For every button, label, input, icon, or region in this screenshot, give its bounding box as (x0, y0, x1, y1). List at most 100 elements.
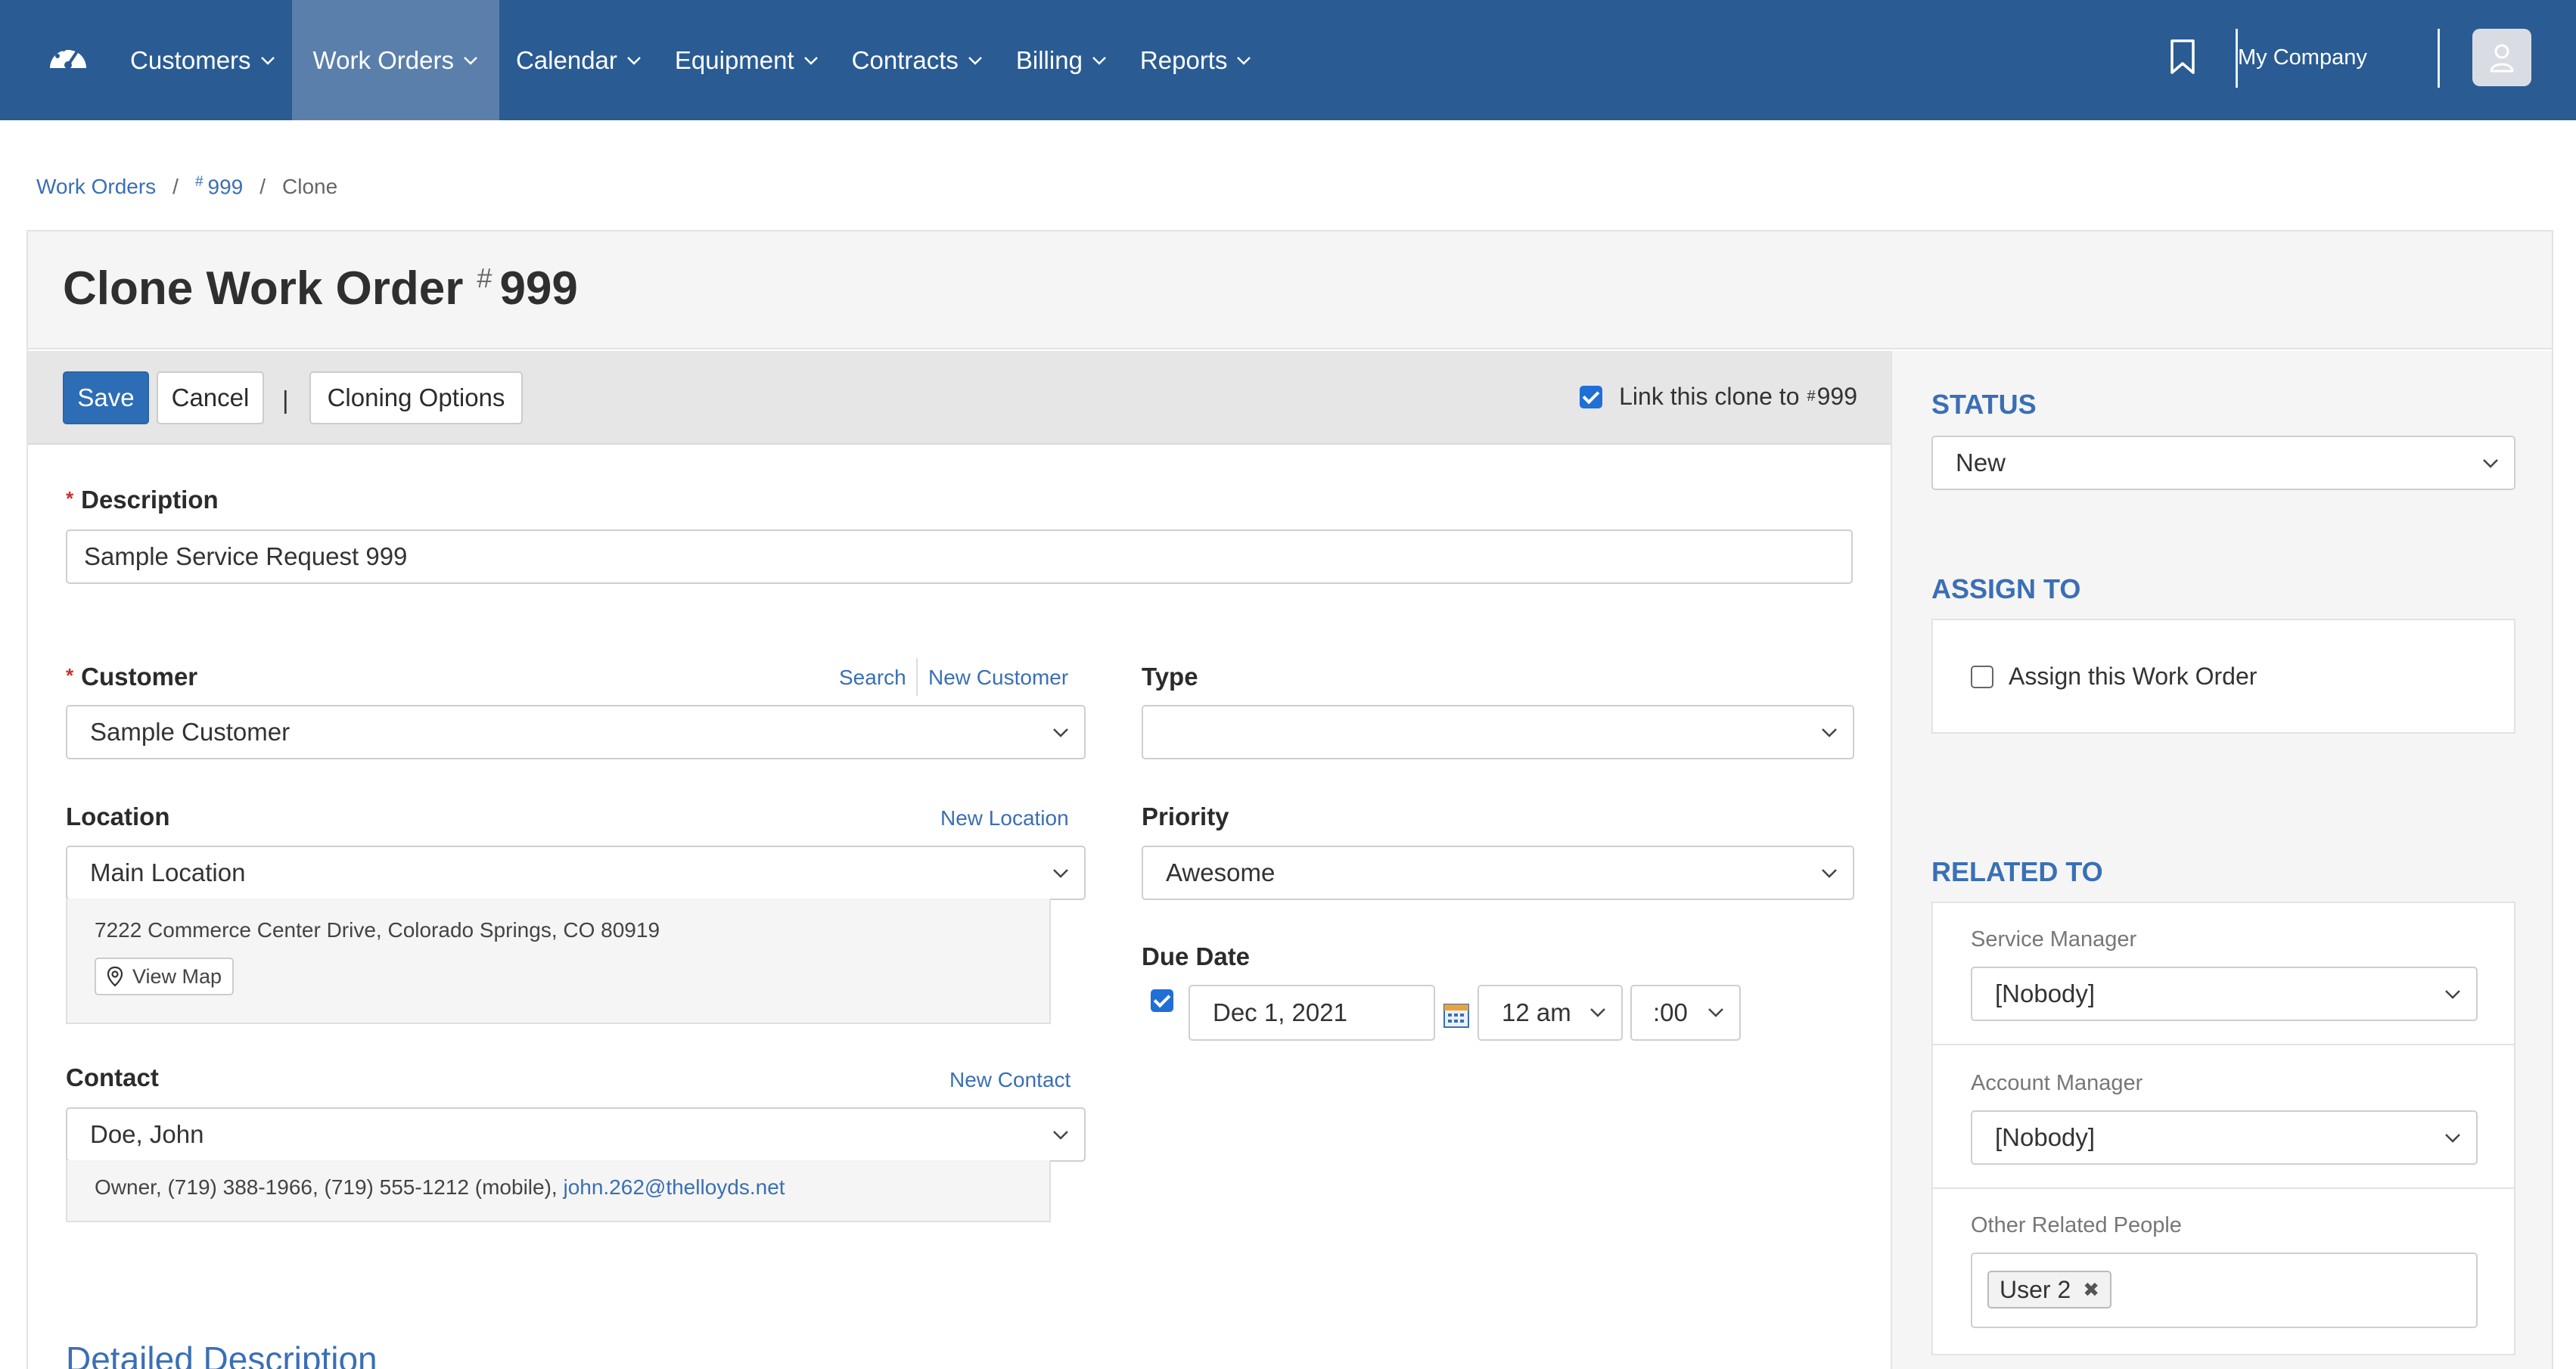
breadcrumb-separator: / (172, 174, 179, 198)
view-map-label: View Map (132, 964, 222, 988)
nav-billing[interactable]: Billing (999, 0, 1123, 120)
nav-label: Customers (130, 45, 251, 74)
nav-calendar[interactable]: Calendar (499, 0, 658, 120)
location-select[interactable]: Main Location (66, 846, 1086, 900)
description-label: * Description (66, 486, 219, 514)
breadcrumb-work-orders[interactable]: Work Orders (36, 175, 156, 199)
chevron-down-icon (1237, 56, 1251, 65)
link-clone-number: 999 (1816, 383, 1857, 410)
nav-equipment[interactable]: Equipment (658, 0, 835, 120)
priority-select[interactable]: Awesome (1142, 846, 1854, 900)
nav-label: Reports (1139, 45, 1228, 74)
chevron-down-icon (464, 56, 477, 65)
related-box: Service Manager [Nobody] Account Manager… (1931, 902, 2515, 1355)
new-customer-link[interactable]: New Customer (928, 666, 1068, 690)
page-title: Clone Work Order #999 (63, 262, 578, 315)
chevron-down-icon (1822, 728, 1837, 737)
nav-label: Billing (1015, 45, 1083, 74)
link-clone-label: Link this clone to (1619, 383, 1800, 410)
user-icon (2490, 44, 2514, 73)
type-select[interactable] (1142, 705, 1854, 759)
chevron-down-icon (1590, 1008, 1605, 1017)
service-manager-value: [Nobody] (1995, 979, 2096, 1007)
chevron-down-icon (803, 56, 818, 65)
customer-search-link[interactable]: Search (839, 666, 906, 690)
other-related-label: Other Related People (1971, 1213, 2182, 1237)
hash-symbol: # (477, 262, 493, 293)
dashboard-gauge-icon[interactable] (47, 38, 89, 73)
assign-checkbox[interactable] (1971, 665, 1993, 688)
contact-email-link[interactable]: john.262@thelloyds.net (563, 1175, 785, 1199)
contact-info: Owner, (719) 388-1966, (719) 555-1212 (m… (95, 1175, 785, 1200)
nav-label: Equipment (674, 45, 794, 74)
contact-phones: Owner, (719) 388-1966, (719) 555-1212 (m… (95, 1175, 558, 1199)
due-hour-select[interactable]: 12 am (1478, 985, 1623, 1041)
chevron-down-icon (1053, 728, 1068, 737)
toolbar-divider: | (282, 386, 289, 414)
priority-label: Priority (1142, 802, 1229, 830)
contact-select[interactable]: Doe, John (66, 1107, 1086, 1162)
chevron-down-icon (627, 56, 641, 65)
assign-box: Assign this Work Order (1931, 619, 2515, 734)
save-button[interactable]: Save (63, 371, 149, 424)
link-clone-checkbox[interactable] (1580, 385, 1603, 408)
chevron-down-icon (1053, 1131, 1068, 1140)
other-related-input[interactable]: User 2 ✖ (1971, 1253, 2478, 1328)
assign-option[interactable]: Assign this Work Order (1971, 663, 2257, 691)
assign-to-title: ASSIGN TO (1931, 573, 2081, 604)
nav-work-orders[interactable]: Work Orders (291, 0, 499, 120)
chevron-down-icon (1708, 1008, 1723, 1017)
chevron-down-icon (1053, 869, 1068, 878)
customer-label: * Customer (66, 663, 197, 691)
page-title-text: Clone Work Order (63, 262, 464, 315)
divider (1933, 1044, 2514, 1045)
due-date-label: Due Date (1142, 942, 1251, 970)
bookmark-icon[interactable] (2168, 38, 2197, 76)
nav-divider (2438, 29, 2440, 88)
priority-value: Awesome (1166, 858, 1276, 886)
description-label-text: Description (81, 486, 219, 514)
link-clone-option[interactable]: Link this clone to # 999 (1580, 383, 1857, 411)
related-to-title: RELATED TO (1931, 856, 2103, 887)
service-manager-select[interactable]: [Nobody] (1971, 967, 2478, 1021)
new-contact-link[interactable]: New Contact (949, 1068, 1070, 1092)
main-menu: Customers Work Orders Calendar Equipment… (113, 0, 1268, 120)
avatar[interactable] (2472, 29, 2531, 86)
remove-tag-icon[interactable]: ✖ (2083, 1278, 2099, 1302)
chevron-down-icon (2445, 1134, 2460, 1143)
location-address: 7222 Commerce Center Drive, Colorado Spr… (95, 918, 660, 942)
due-date-checkbox[interactable] (1151, 989, 1173, 1012)
required-marker: * (66, 664, 74, 687)
due-minute-value: :00 (1653, 998, 1688, 1026)
description-input[interactable]: Sample Service Request 999 (66, 529, 1853, 584)
due-date-input[interactable]: Dec 1, 2021 (1189, 985, 1435, 1041)
related-person-tag: User 2 ✖ (1987, 1271, 2112, 1308)
nav-customers[interactable]: Customers (113, 0, 292, 120)
breadcrumb-work-order-number[interactable]: #999 (195, 174, 243, 199)
location-details: 7222 Commerce Center Drive, Colorado Spr… (66, 899, 1051, 1024)
detailed-description-title: Detailed Description (66, 1340, 378, 1369)
chevron-down-icon (1822, 869, 1837, 878)
calendar-icon[interactable] (1443, 1001, 1470, 1029)
cancel-button[interactable]: Cancel (157, 371, 264, 424)
nav-contracts[interactable]: Contracts (835, 0, 999, 120)
hash-symbol: # (1807, 388, 1816, 405)
cloning-options-button[interactable]: Cloning Options (309, 371, 523, 424)
customer-select[interactable]: Sample Customer (66, 705, 1086, 759)
due-hour-value: 12 am (1502, 998, 1571, 1026)
contact-label: Contact (66, 1063, 159, 1091)
due-minute-select[interactable]: :00 (1630, 985, 1741, 1041)
new-location-link[interactable]: New Location (940, 806, 1069, 830)
nav-reports[interactable]: Reports (1123, 0, 1269, 120)
chevron-down-icon (2483, 459, 2498, 468)
contact-details: Owner, (719) 388-1966, (719) 555-1212 (m… (66, 1160, 1051, 1222)
account-manager-select[interactable]: [Nobody] (1971, 1110, 2478, 1165)
tag-label: User 2 (2000, 1275, 2071, 1303)
clone-form-card: Clone Work Order #999 Save Cancel | Cloni… (26, 230, 2553, 1369)
company-switcher[interactable]: My Company (2238, 45, 2367, 70)
account-manager-value: [Nobody] (1995, 1123, 2096, 1151)
customer-label-text: Customer (81, 663, 198, 691)
view-map-button[interactable]: View Map (95, 958, 235, 995)
link-divider (916, 658, 918, 696)
status-select[interactable]: New (1931, 436, 2515, 490)
